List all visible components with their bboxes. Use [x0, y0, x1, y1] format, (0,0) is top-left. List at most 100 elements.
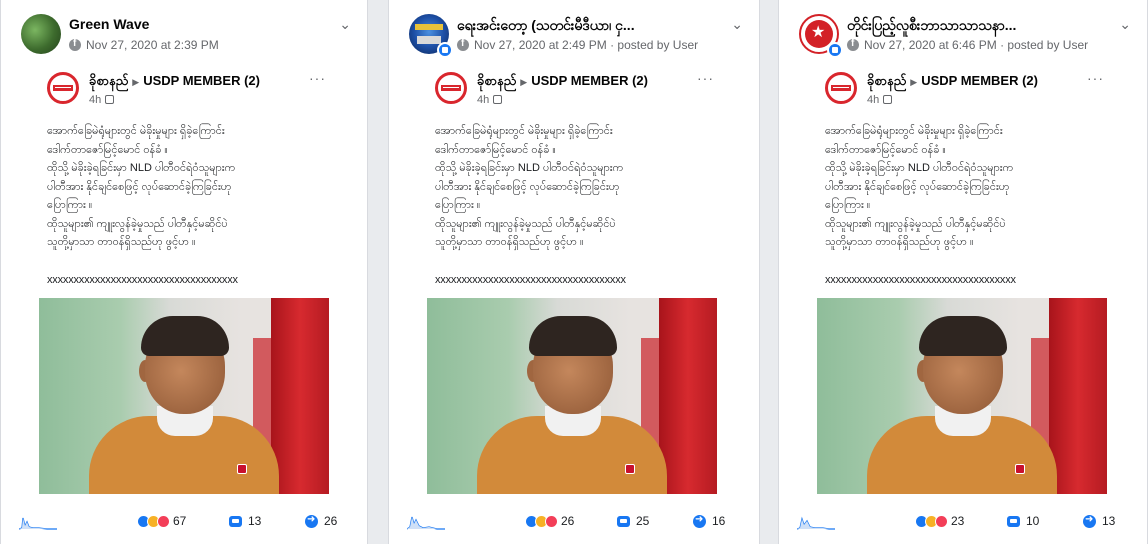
reaction-icons [915, 514, 948, 528]
post-card-3: ★ တိုင်းပြည့်လူစီးဘာသာသာသနာ... Nov 27, 2… [778, 0, 1148, 544]
share-count[interactable]: 26 [305, 514, 337, 528]
page-badge-icon [827, 42, 843, 58]
post-timestamp[interactable]: Nov 27, 2020 at 2:49 PM · posted by User [474, 38, 698, 52]
embedded-group[interactable]: USDP MEMBER (2) [921, 73, 1038, 88]
reaction-count[interactable]: 23 [915, 514, 964, 528]
post-card-2: ရေးအင်းတော့ (သတင်းမီဒီယာ၊ ငှ... Nov 27, … [388, 0, 760, 544]
facebook-icon [457, 38, 469, 51]
post-header: ★ တိုင်းပြည့်လူစီးဘာသာသာသနာ... Nov 27, 2… [799, 14, 1137, 58]
arrow-right-icon: ▶ [910, 77, 918, 87]
reaction-value: 23 [951, 514, 965, 528]
comment-icon [617, 515, 630, 527]
page-avatar[interactable] [21, 14, 61, 54]
reaction-value: 67 [173, 514, 187, 528]
embedded-author-line: ခိုစာနည် ▶ USDP MEMBER (2) [477, 73, 648, 92]
comment-value: 25 [636, 514, 650, 528]
sparkline-icon[interactable] [797, 512, 835, 530]
text-line: ပါတီအား နိုင်ချင်စေဖြင့် လုပ်ဆောင်ခဲ့ကြခ… [825, 180, 1010, 193]
embedded-time[interactable]: 4h [477, 94, 489, 106]
comment-value: 13 [248, 514, 262, 528]
comment-icon [229, 515, 242, 527]
comment-count[interactable]: 25 [617, 514, 649, 528]
reaction-count[interactable]: 67 [137, 514, 186, 528]
post-stats: 67 13 26 [19, 510, 357, 534]
audience-icon [105, 95, 115, 104]
post-meta: Nov 27, 2020 at 6:46 PM · posted by User [847, 38, 1088, 52]
more-options-icon[interactable]: ··· [1087, 70, 1104, 86]
text-line: ပြောကြား ။ [435, 199, 481, 211]
reaction-value: 26 [561, 514, 575, 528]
post-meta: Nov 27, 2020 at 2:49 PM · posted by User [457, 38, 698, 52]
embedded-group[interactable]: USDP MEMBER (2) [531, 73, 648, 88]
comment-count[interactable]: 10 [1007, 514, 1039, 528]
text-line: သူတို့မှာသာ တာဝန်ရှိသည်ဟု ဖွင့်ဟ ။ [825, 236, 974, 248]
embedded-avatar[interactable] [47, 72, 79, 104]
page-name[interactable]: Green Wave [69, 16, 149, 32]
text-line: ထိုသို့ မဲခိုးခဲ့ရခြင်းမှာ NLD ပါတီဝင်ရဲ… [435, 162, 624, 174]
embedded-time-line: 4h [867, 94, 893, 106]
embedded-time[interactable]: 4h [867, 94, 879, 106]
text-line: ပါတီအား နိုင်ချင်စေဖြင့် လုပ်ဆောင်ခဲ့ကြခ… [47, 180, 232, 193]
post-header: ရေးအင်းတော့ (သတင်းမီဒီယာ၊ ငှ... Nov 27, … [409, 14, 749, 58]
chevron-down-icon[interactable]: ⌄ [731, 16, 743, 33]
share-icon [693, 514, 706, 528]
facebook-icon [847, 38, 859, 51]
embedded-avatar[interactable] [825, 72, 857, 104]
embedded-author[interactable]: ခိုစာနည် [867, 73, 906, 88]
post-timestamp[interactable]: Nov 27, 2020 at 2:39 PM [86, 38, 219, 52]
page-badge-icon [437, 42, 453, 58]
text-line: ပြောကြား ။ [47, 199, 93, 211]
post-stats: 26 25 16 [407, 510, 749, 534]
text-line: အောက်ခြေမဲရုံများတွင် မဲခိုးမှုများ ရှိခ… [435, 125, 613, 137]
text-line: ပါတီအား နိုင်ချင်စေဖြင့် လုပ်ဆောင်ခဲ့ကြခ… [435, 180, 620, 193]
embedded-author[interactable]: ခိုစာနည် [477, 73, 516, 88]
page-name[interactable]: ရေးအင်းတော့ (သတင်းမီဒီယာ၊ ငှ... [457, 16, 635, 37]
post-timestamp[interactable]: Nov 27, 2020 at 6:46 PM · posted by User [864, 38, 1088, 52]
embedded-text: အောက်ခြေမဲရုံများတွင် မဲခိုးမှုများ ရှိခ… [825, 122, 1105, 252]
reaction-icons [525, 514, 558, 528]
reaction-icons [137, 514, 170, 528]
post-photo[interactable] [817, 298, 1107, 494]
comment-value: 10 [1026, 514, 1040, 528]
arrow-right-icon: ▶ [132, 77, 140, 87]
post-card-1: Green Wave Nov 27, 2020 at 2:39 PM ⌄ ခို… [0, 0, 368, 544]
embedded-avatar[interactable] [435, 72, 467, 104]
comment-icon [1007, 515, 1020, 527]
chevron-down-icon[interactable]: ⌄ [339, 16, 351, 33]
embedded-time[interactable]: 4h [89, 94, 101, 106]
embedded-time-line: 4h [89, 94, 115, 106]
share-count[interactable]: 16 [693, 514, 725, 528]
text-line: ထိုသူများ၏ ကျူးလွန်ခဲ့မှုသည် ပါတီနှင့်မဆ… [825, 217, 1006, 230]
chevron-down-icon[interactable]: ⌄ [1119, 16, 1131, 33]
post-grid: Green Wave Nov 27, 2020 at 2:39 PM ⌄ ခို… [0, 0, 1148, 544]
share-icon [305, 514, 318, 528]
text-line: ပြောကြား ။ [825, 199, 871, 211]
post-header: Green Wave Nov 27, 2020 at 2:39 PM ⌄ [21, 14, 357, 58]
comment-count[interactable]: 13 [229, 514, 261, 528]
sparkline-icon[interactable] [19, 512, 57, 530]
separator-line: xxxxxxxxxxxxxxxxxxxxxxxxxxxxxxxxxxxx [825, 274, 1016, 286]
embedded-author[interactable]: ခိုစာနည် [89, 73, 128, 88]
embedded-text: အောက်ခြေမဲရုံများတွင် မဲခိုးမှုများ ရှိခ… [47, 122, 327, 252]
text-line: ထိုသို့ မဲခိုးခဲ့ရခြင်းမှာ NLD ပါတီဝင်ရဲ… [825, 162, 1014, 174]
share-count[interactable]: 13 [1083, 514, 1115, 528]
reaction-count[interactable]: 26 [525, 514, 574, 528]
post-photo[interactable] [427, 298, 717, 494]
more-options-icon[interactable]: ··· [309, 70, 326, 86]
text-line: ဒေါက်တာဇော်မြင့်မောင် ဝန်ခံ ။ [435, 143, 556, 156]
text-line: ထိုသို့ မဲခိုးခဲ့ရခြင်းမှာ NLD ပါတီဝင်ရဲ… [47, 162, 236, 174]
share-value: 26 [324, 514, 338, 528]
post-photo[interactable] [39, 298, 329, 494]
facebook-icon [69, 38, 81, 51]
page-name[interactable]: တိုင်းပြည့်လူစီးဘာသာသာသနာ... [847, 16, 1016, 37]
text-line: အောက်ခြေမဲရုံများတွင် မဲခိုးမှုများ ရှိခ… [825, 125, 1003, 137]
embedded-author-line: ခိုစာနည် ▶ USDP MEMBER (2) [89, 73, 260, 92]
separator-line: xxxxxxxxxxxxxxxxxxxxxxxxxxxxxxxxxxxx [47, 274, 238, 286]
embedded-group[interactable]: USDP MEMBER (2) [143, 73, 260, 88]
share-icon [1083, 514, 1096, 528]
more-options-icon[interactable]: ··· [697, 70, 714, 86]
post-stats: 23 10 13 [797, 510, 1137, 534]
text-line: သူတို့မှာသာ တာဝန်ရှိသည်ဟု ဖွင့်ဟ ။ [435, 236, 584, 248]
sparkline-icon[interactable] [407, 512, 445, 530]
text-line: ဒေါက်တာဇော်မြင့်မောင် ဝန်ခံ ။ [47, 143, 168, 156]
